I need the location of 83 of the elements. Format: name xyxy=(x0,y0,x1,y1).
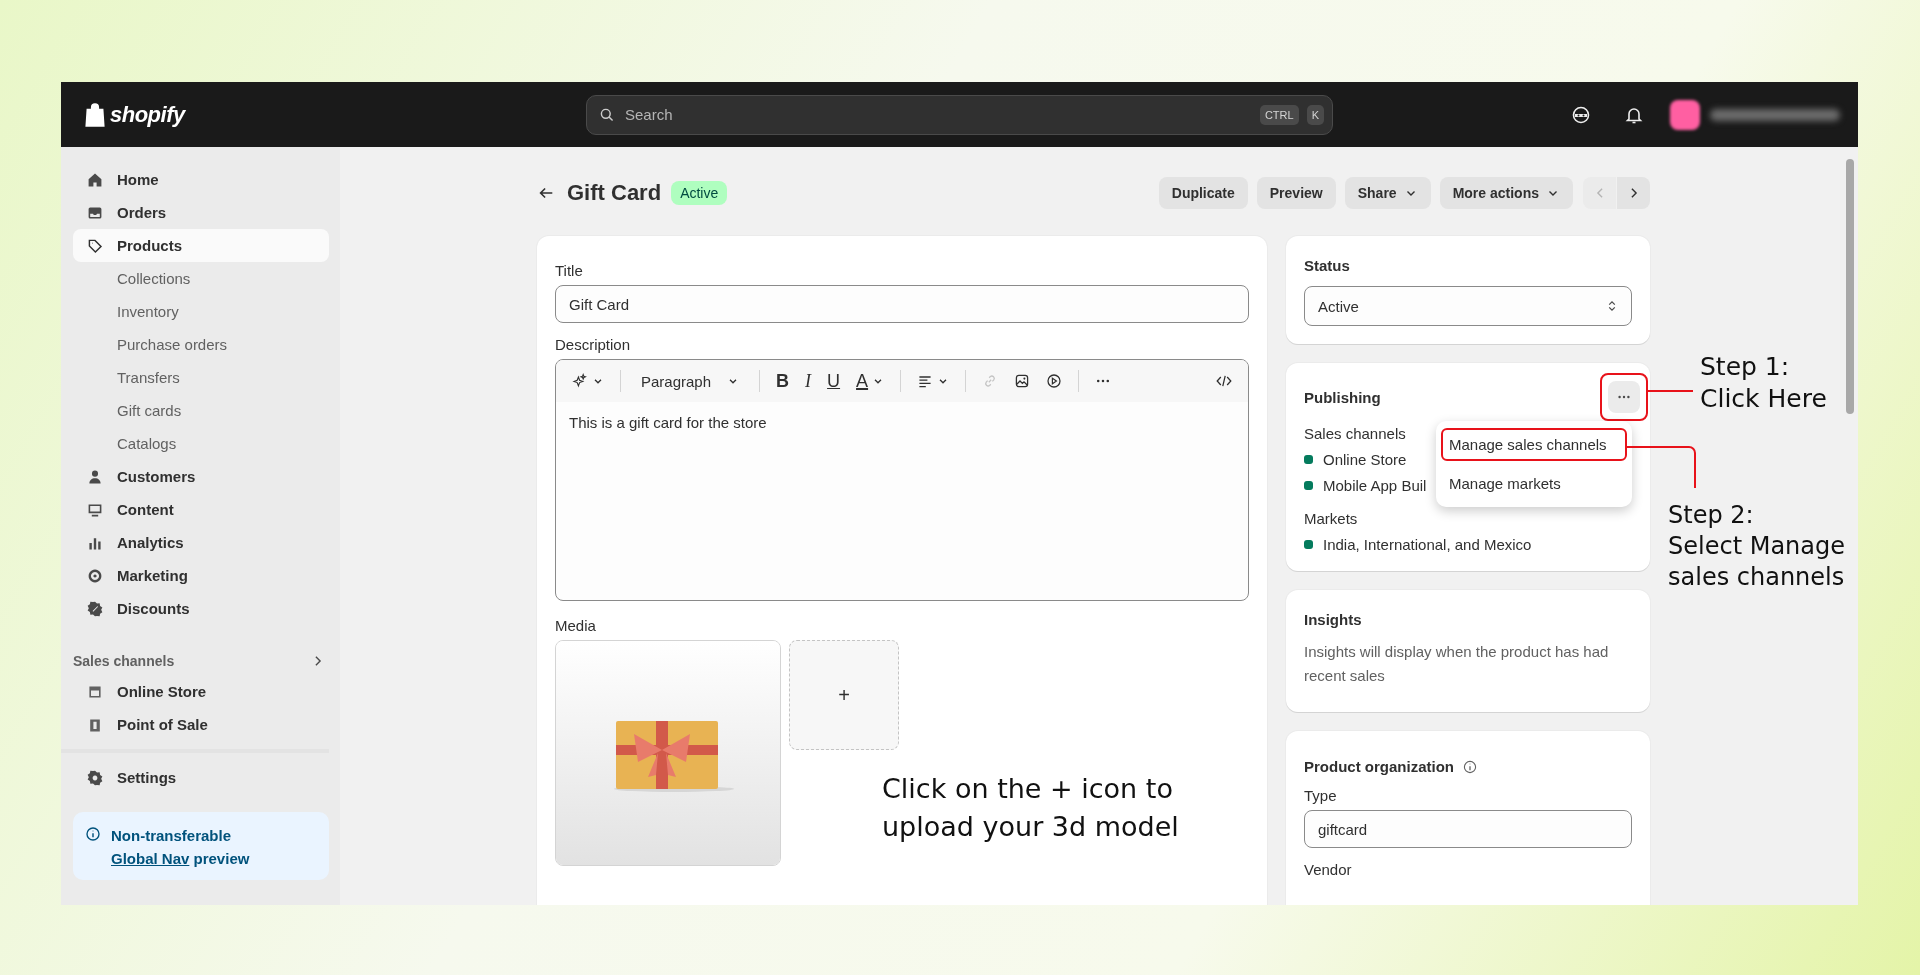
page-title: Gift Card xyxy=(567,180,662,206)
field-label: Media xyxy=(555,617,597,634)
channel-name: Online Store xyxy=(1323,451,1407,468)
insights-text: Insights will display when the product has had recent sales xyxy=(1304,642,1610,686)
format-button[interactable]: I xyxy=(799,366,818,396)
field-label: Description xyxy=(555,336,632,353)
leader-line xyxy=(1627,446,1697,488)
global-nav-link[interactable]: Global Nav xyxy=(111,850,190,867)
format-button[interactable]: U xyxy=(821,366,847,396)
nav-item[interactable]: Online Store xyxy=(73,675,329,708)
nav-subitem[interactable]: Catalogs xyxy=(73,427,329,460)
sparkle-icon xyxy=(572,373,588,389)
action-button[interactable]: Share xyxy=(1344,177,1431,209)
section-heading: Sales channels xyxy=(73,653,175,669)
avatar[interactable] xyxy=(1670,99,1700,130)
code-icon xyxy=(1216,373,1232,389)
nav-item[interactable]: Marketing xyxy=(73,559,329,592)
nav-item[interactable]: Analytics xyxy=(73,526,329,559)
nav-item[interactable]: Content xyxy=(73,493,329,526)
annotation-text: Step 1: Click Here xyxy=(1700,351,1827,415)
rich-text-editor[interactable]: Paragraph B I U A This is a gift card for the store xyxy=(555,359,1249,601)
logo[interactable]: shopify xyxy=(110,101,185,128)
nav-item[interactable]: Home xyxy=(73,163,329,196)
inbox-icon xyxy=(87,204,103,221)
scrollbar[interactable] xyxy=(1846,159,1854,414)
monitor-icon xyxy=(87,501,103,518)
format-dropdown[interactable]: Paragraph xyxy=(631,366,750,396)
field-label: Vendor xyxy=(1304,861,1353,878)
section-heading: Sales channels xyxy=(1304,425,1407,442)
discount-icon xyxy=(87,600,103,617)
search-input[interactable]: Search xyxy=(623,105,1252,124)
tag-icon xyxy=(87,237,103,254)
nav-subitem[interactable]: Inventory xyxy=(73,295,329,328)
menu-item[interactable]: Manage markets xyxy=(1441,467,1627,500)
field-label: Title xyxy=(555,262,584,279)
info-icon[interactable] xyxy=(1462,758,1478,775)
card-title: Insights xyxy=(1304,611,1363,628)
format-button[interactable]: B xyxy=(770,366,796,396)
section-heading: Markets xyxy=(1304,510,1359,527)
nav-item[interactable]: Discounts xyxy=(73,592,329,625)
target-icon xyxy=(87,567,103,584)
info-icon xyxy=(85,826,101,842)
add-media-button[interactable]: + xyxy=(789,640,899,750)
nav-item[interactable]: Customers xyxy=(73,460,329,493)
action-button[interactable]: Duplicate xyxy=(1158,177,1248,209)
format-button[interactable]: A xyxy=(850,366,891,396)
nav-subitem[interactable]: Transfers xyxy=(73,361,329,394)
description-text: This is a gift card for the store xyxy=(569,414,768,431)
type-field[interactable]: giftcard xyxy=(1304,810,1632,848)
align-left-icon xyxy=(917,373,934,389)
field-label: Type xyxy=(1304,787,1338,804)
play-icon xyxy=(1046,373,1063,389)
action-button[interactable]: Preview xyxy=(1256,177,1336,209)
mask-icon[interactable] xyxy=(1571,104,1591,125)
shortcut-key: CTRL xyxy=(1259,104,1299,125)
house-icon xyxy=(87,171,103,188)
search-icon xyxy=(599,106,615,123)
nav-subitem[interactable]: Collections xyxy=(73,262,329,295)
card-title: Status xyxy=(1304,257,1351,274)
menu-item[interactable]: Manage sales channels xyxy=(1441,428,1627,461)
nav-item[interactable]: Settings xyxy=(73,761,329,794)
nav-subitem[interactable]: Purchase orders xyxy=(73,328,329,361)
nav-item[interactable]: Products xyxy=(73,229,329,262)
notice-text: Non-transferable Global Nav preview xyxy=(111,826,250,869)
status-badge: Active xyxy=(671,181,728,205)
card-title: Publishing xyxy=(1304,388,1381,406)
store-icon xyxy=(87,683,103,700)
settings-icon xyxy=(87,769,103,786)
nav-item[interactable]: Point of Sale xyxy=(73,708,329,741)
market-name: India, International, and Mexico xyxy=(1323,536,1532,553)
shortcut-key: K xyxy=(1306,104,1324,125)
channel-name: Mobile App Buil xyxy=(1323,477,1427,494)
annotation-text: Step 2: Select Manage sales channels xyxy=(1668,500,1845,593)
search-field[interactable]: Search CTRL K xyxy=(586,94,1333,135)
title-field[interactable]: Gift Card xyxy=(555,285,1249,323)
status-select[interactable]: Active xyxy=(1304,286,1632,326)
nav-subitem[interactable]: Gift cards xyxy=(73,394,329,427)
action-button[interactable]: More actions xyxy=(1439,177,1573,209)
annotation-text: Click on the + icon to upload your 3d model xyxy=(882,772,1179,844)
nav-item[interactable]: Orders xyxy=(73,196,329,229)
person-icon xyxy=(87,468,103,485)
card-title: Product organization xyxy=(1304,758,1454,775)
image-icon xyxy=(1014,373,1031,389)
